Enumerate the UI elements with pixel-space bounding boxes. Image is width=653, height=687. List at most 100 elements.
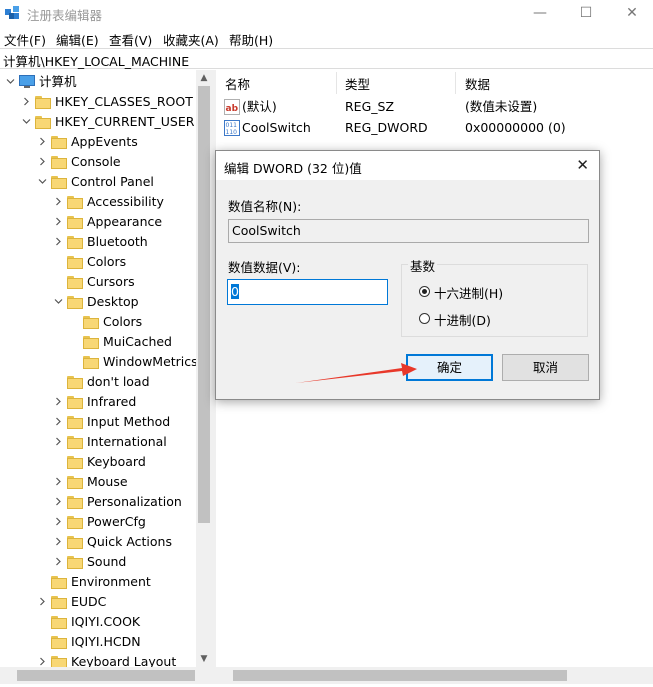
column-divider[interactable] (336, 72, 337, 94)
tree-item[interactable]: WindowMetrics (0, 352, 211, 372)
folder-icon (67, 536, 83, 549)
tree-item[interactable]: EUDC (0, 592, 211, 612)
tree-item-label: Colors (87, 254, 127, 269)
tree-item[interactable]: Bluetooth (0, 232, 211, 252)
chevron-right-icon[interactable] (38, 657, 47, 666)
tree-item[interactable]: MuiCached (0, 332, 211, 352)
tree-item[interactable]: Mouse (0, 472, 211, 492)
tree-item[interactable]: Environment (0, 572, 211, 592)
ok-button[interactable]: 确定 (406, 354, 493, 381)
chevron-right-icon[interactable] (54, 497, 63, 506)
tree-item-label: International (87, 434, 167, 449)
svg-text:011: 011 (226, 122, 238, 129)
column-header-type[interactable]: 类型 (345, 74, 370, 93)
tree-item[interactable]: Colors (0, 312, 211, 332)
radio-decimal-label[interactable]: 十进制(D) (434, 310, 491, 329)
tree-item[interactable]: Accessibility (0, 192, 211, 212)
tree-item-label: PowerCfg (87, 514, 146, 529)
tree-item-label: HKEY_CLASSES_ROOT (55, 94, 193, 109)
folder-icon (67, 476, 83, 489)
tree-item[interactable]: Personalization (0, 492, 211, 512)
tree-item[interactable]: HKEY_CLASSES_ROOT (0, 92, 211, 112)
base-label: 基数 (408, 256, 438, 275)
chevron-right-icon[interactable] (38, 137, 47, 146)
folder-icon (35, 96, 51, 109)
tree-item[interactable]: Sound (0, 552, 211, 572)
list-item[interactable]: 011 110 CoolSwitch REG_DWORD 0x00000000 … (216, 118, 653, 138)
chevron-right-icon[interactable] (54, 517, 63, 526)
value-data: 0x00000000 (0) (465, 120, 566, 135)
chevron-right-icon[interactable] (54, 217, 63, 226)
folder-icon (67, 456, 83, 469)
chevron-right-icon[interactable] (38, 597, 47, 606)
dialog-close-icon[interactable]: ✕ (576, 156, 589, 174)
tree-vertical-scrollbar[interactable]: ▲ ▼ (196, 70, 212, 667)
chevron-right-icon[interactable] (38, 157, 47, 166)
scroll-down-arrow-icon[interactable]: ▼ (196, 651, 212, 667)
chevron-right-icon[interactable] (22, 97, 31, 106)
tree-item[interactable]: Appearance (0, 212, 211, 232)
chevron-right-icon[interactable] (54, 237, 63, 246)
tree-item[interactable]: HKEY_CURRENT_USER (0, 112, 211, 132)
maximize-button[interactable]: ☐ (563, 0, 609, 26)
tree-item-label: Input Method (87, 414, 171, 429)
chevron-right-icon[interactable] (54, 397, 63, 406)
radio-decimal[interactable] (419, 313, 430, 324)
radio-hex[interactable] (419, 286, 430, 297)
address-bar[interactable]: 计算机\HKEY_LOCAL_MACHINE (0, 48, 653, 69)
list-horizontal-scrollbar[interactable] (216, 667, 653, 684)
chevron-right-icon[interactable] (54, 417, 63, 426)
tree-item[interactable]: IQIYI.HCDN (0, 632, 211, 652)
tree-item[interactable]: Keyboard (0, 452, 211, 472)
chevron-right-icon[interactable] (54, 557, 63, 566)
folder-icon (51, 136, 67, 149)
minimize-button[interactable]: — (517, 0, 563, 26)
chevron-down-icon[interactable] (38, 177, 47, 186)
column-header-data[interactable]: 数据 (465, 74, 490, 93)
column-divider[interactable] (455, 72, 456, 94)
tree-item[interactable]: Infrared (0, 392, 211, 412)
menu-favorites[interactable]: 收藏夹(A) (163, 30, 219, 49)
chevron-right-icon[interactable] (54, 477, 63, 486)
chevron-down-icon[interactable] (22, 117, 31, 126)
tree-item[interactable]: don't load (0, 372, 211, 392)
scroll-thumb[interactable] (233, 670, 567, 681)
tree-item[interactable]: AppEvents (0, 132, 211, 152)
title-bar: 注册表编辑器 — ☐ ✕ (0, 0, 653, 26)
cancel-button[interactable]: 取消 (502, 354, 589, 381)
list-item[interactable]: ab (默认) REG_SZ (数值未设置) (216, 97, 653, 117)
menu-view[interactable]: 查看(V) (109, 30, 152, 49)
chevron-down-icon[interactable] (54, 297, 63, 306)
tree-item[interactable]: Control Panel (0, 172, 211, 192)
chevron-right-icon[interactable] (54, 437, 63, 446)
tree-item[interactable]: International (0, 432, 211, 452)
scroll-up-arrow-icon[interactable]: ▲ (196, 70, 212, 86)
svg-text:110: 110 (226, 129, 238, 136)
tree-item[interactable]: Console (0, 152, 211, 172)
tree-item[interactable]: IQIYI.COOK (0, 612, 211, 632)
chevron-right-icon[interactable] (54, 537, 63, 546)
tree-item[interactable]: Quick Actions (0, 532, 211, 552)
value-data-input[interactable]: 0 (227, 279, 388, 305)
tree-item[interactable]: Input Method (0, 412, 211, 432)
scroll-thumb[interactable] (198, 86, 210, 523)
menu-edit[interactable]: 编辑(E) (56, 30, 99, 49)
menu-file[interactable]: 文件(F) (4, 30, 46, 49)
menu-help[interactable]: 帮助(H) (229, 30, 273, 49)
tree-item-label: WindowMetrics (103, 354, 198, 369)
tree-horizontal-scrollbar[interactable] (0, 667, 212, 684)
close-button[interactable]: ✕ (609, 0, 653, 26)
tree-item[interactable]: 计算机 (0, 72, 211, 92)
folder-icon (67, 196, 83, 209)
tree-item[interactable]: Desktop (0, 292, 211, 312)
folder-icon (51, 576, 67, 589)
radio-hex-label[interactable]: 十六进制(H) (434, 283, 503, 302)
scroll-thumb[interactable] (17, 670, 195, 681)
chevron-down-icon[interactable] (6, 77, 15, 86)
tree-item[interactable]: Cursors (0, 272, 211, 292)
tree-item[interactable]: Colors (0, 252, 211, 272)
tree-item[interactable]: PowerCfg (0, 512, 211, 532)
dialog-title-bar: 编辑 DWORD (32 位)值 ✕ (216, 151, 599, 180)
chevron-right-icon[interactable] (54, 197, 63, 206)
column-header-name[interactable]: 名称 (225, 74, 250, 93)
